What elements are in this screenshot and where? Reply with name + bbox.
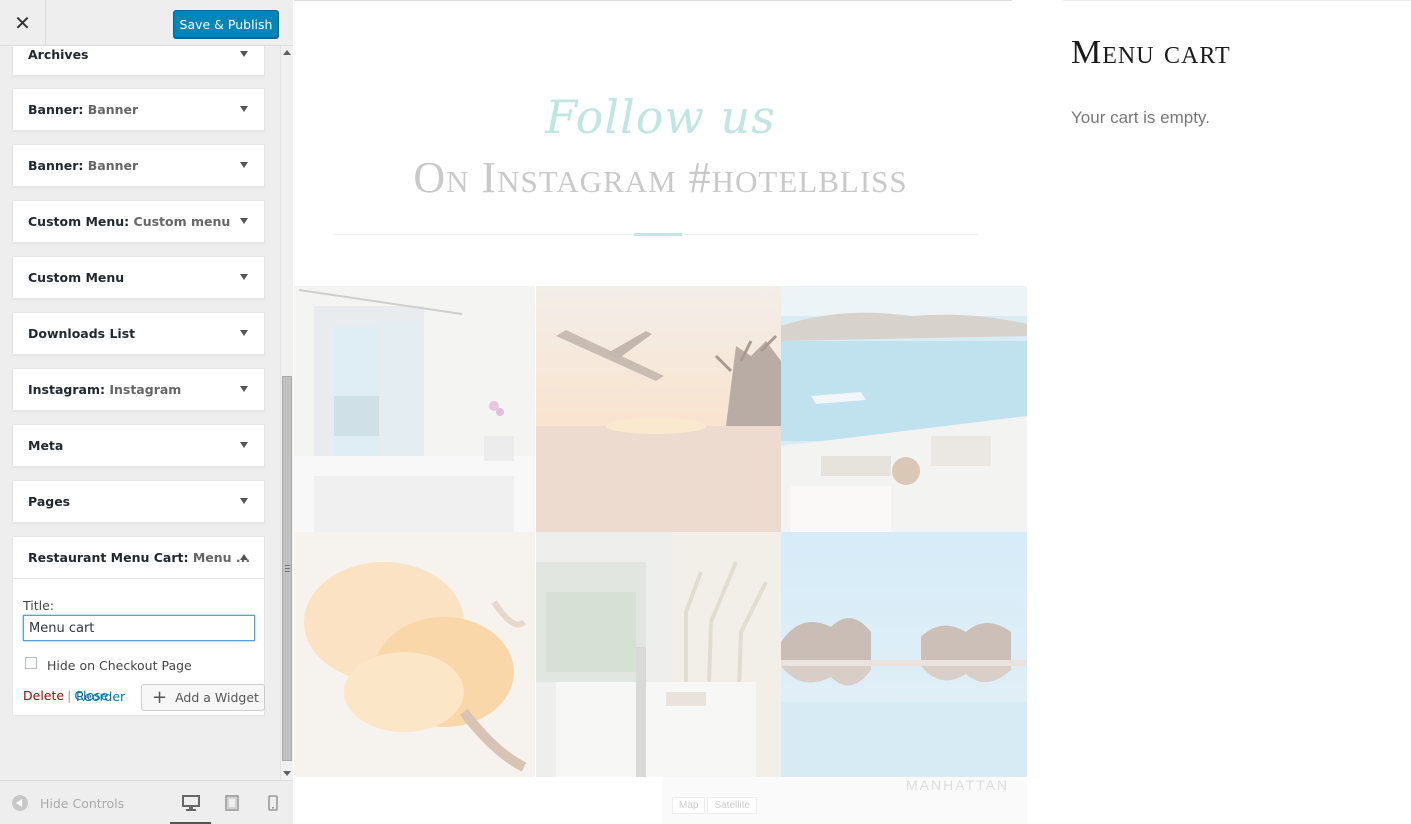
expand-arrow-icon[interactable]	[240, 386, 248, 392]
widget-archives[interactable]: Archives	[12, 46, 265, 76]
section-divider-accent	[634, 233, 682, 236]
widget-header[interactable]: Restaurant Menu Cart: Menu ...	[13, 537, 264, 579]
expand-arrow-icon[interactable]	[240, 106, 248, 112]
widget-name: Banner	[28, 158, 79, 173]
widget-name: Restaurant Menu Cart	[28, 550, 184, 565]
hide-controls-label: Hide Controls	[40, 795, 125, 811]
widget-custom-menu-2[interactable]: Custom Menu	[12, 256, 265, 299]
expand-arrow-icon[interactable]	[240, 162, 248, 168]
instagram-photo-airplane-sunset[interactable]	[536, 286, 781, 532]
satellite-tab[interactable]: Satellite	[707, 797, 758, 814]
save-publish-button[interactable]: Save & Publish	[173, 10, 279, 38]
widget-subtitle: Custom menu	[133, 214, 231, 229]
add-widget-label: Add a Widget	[175, 690, 259, 705]
widget-subtitle: Instagram	[109, 382, 182, 397]
map-tab[interactable]: Map	[672, 797, 706, 814]
delete-link[interactable]: Delete	[23, 688, 64, 703]
close-icon[interactable]: ✕	[14, 11, 31, 35]
action-separator: |	[67, 688, 72, 703]
expand-arrow-icon[interactable]	[240, 498, 248, 504]
reorder-link[interactable]: Reorder	[76, 689, 125, 704]
widget-custom-menu-1[interactable]: Custom Menu: Custom menu	[12, 200, 265, 243]
scroll-thumb[interactable]	[282, 376, 292, 761]
desktop-icon[interactable]	[182, 795, 200, 811]
panel-scrollbar[interactable]	[280, 46, 293, 780]
map-city-label: MANHATTAN	[906, 777, 1010, 793]
widget-name: Pages	[28, 494, 71, 509]
widget-name: Custom Menu	[28, 214, 125, 229]
scroll-up-icon[interactable]	[283, 50, 291, 55]
customizer-panel: ✕ Save & Publish Archives Banner: Banner…	[0, 0, 293, 824]
hide-controls-button[interactable]: Hide Controls	[12, 795, 124, 811]
expand-arrow-icon[interactable]	[240, 218, 248, 224]
widget-list: Archives Banner: Banner Banner: Banner C…	[0, 46, 280, 780]
mobile-icon[interactable]	[268, 795, 278, 811]
plus-icon: +	[152, 686, 168, 708]
instagram-photo-santorini[interactable]	[781, 286, 1027, 532]
grip-icon	[285, 565, 290, 572]
widget-meta[interactable]: Meta	[12, 424, 265, 467]
expand-arrow-icon[interactable]	[240, 274, 248, 280]
widget-name: Meta	[28, 438, 64, 453]
widget-name: Instagram	[28, 382, 100, 397]
hide-checkout-label: Hide on Checkout Page	[47, 658, 192, 673]
widget-name: Banner	[28, 102, 79, 117]
panel-header: ✕ Save & Publish	[0, 0, 293, 46]
collapse-icon	[12, 795, 28, 811]
expand-arrow-icon[interactable]	[240, 330, 248, 336]
widget-banner-1[interactable]: Banner: Banner	[12, 88, 265, 131]
cart-empty-text: Your cart is empty.	[1071, 108, 1210, 127]
widget-subtitle: Banner	[87, 102, 139, 117]
instagram-photo-grid	[294, 286, 1027, 777]
scroll-down-icon[interactable]	[283, 771, 291, 776]
add-widget-button[interactable]: + Add a Widget	[141, 684, 265, 711]
map-type-tabs: Map Satellite	[672, 797, 759, 814]
instagram-heading: On Instagram #hotelbliss	[413, 153, 908, 202]
widget-instagram[interactable]: Instagram: Instagram	[12, 368, 265, 411]
widget-banner-2[interactable]: Banner: Banner	[12, 144, 265, 187]
title-label: Title:	[23, 598, 54, 613]
tablet-icon[interactable]	[225, 795, 239, 811]
instagram-photo-food[interactable]	[294, 532, 535, 777]
instagram-photo-infinity-pool[interactable]	[781, 532, 1027, 777]
instagram-photo-bedroom[interactable]	[294, 286, 535, 532]
collapse-arrow-icon[interactable]	[240, 554, 248, 560]
map-preview[interactable]: Map Satellite MANHATTAN	[662, 777, 1027, 824]
widget-downloads-list[interactable]: Downloads List	[12, 312, 265, 355]
widget-name: Downloads List	[28, 326, 136, 341]
follow-us-script: Follow us	[545, 90, 776, 144]
expand-arrow-icon[interactable]	[240, 51, 248, 57]
widget-subtitle: Banner	[87, 158, 139, 173]
site-preview: Follow us On Instagram #hotelbliss Map S…	[294, 0, 1411, 824]
divider	[294, 0, 1012, 1]
divider	[1063, 0, 1411, 1]
close-customizer-button[interactable]: ✕	[0, 0, 46, 46]
widget-name: Custom Menu	[28, 270, 125, 285]
customizer-footer: Hide Controls	[0, 780, 293, 824]
expand-arrow-icon[interactable]	[240, 442, 248, 448]
widget-name: Archives	[28, 47, 89, 62]
instagram-photo-hotel-room[interactable]	[536, 532, 781, 777]
title-input[interactable]	[23, 615, 255, 641]
widget-pages[interactable]: Pages	[12, 480, 265, 523]
hide-checkout-checkbox[interactable]	[25, 657, 37, 669]
sidebar-widget-title: Menu cart	[1071, 34, 1231, 71]
